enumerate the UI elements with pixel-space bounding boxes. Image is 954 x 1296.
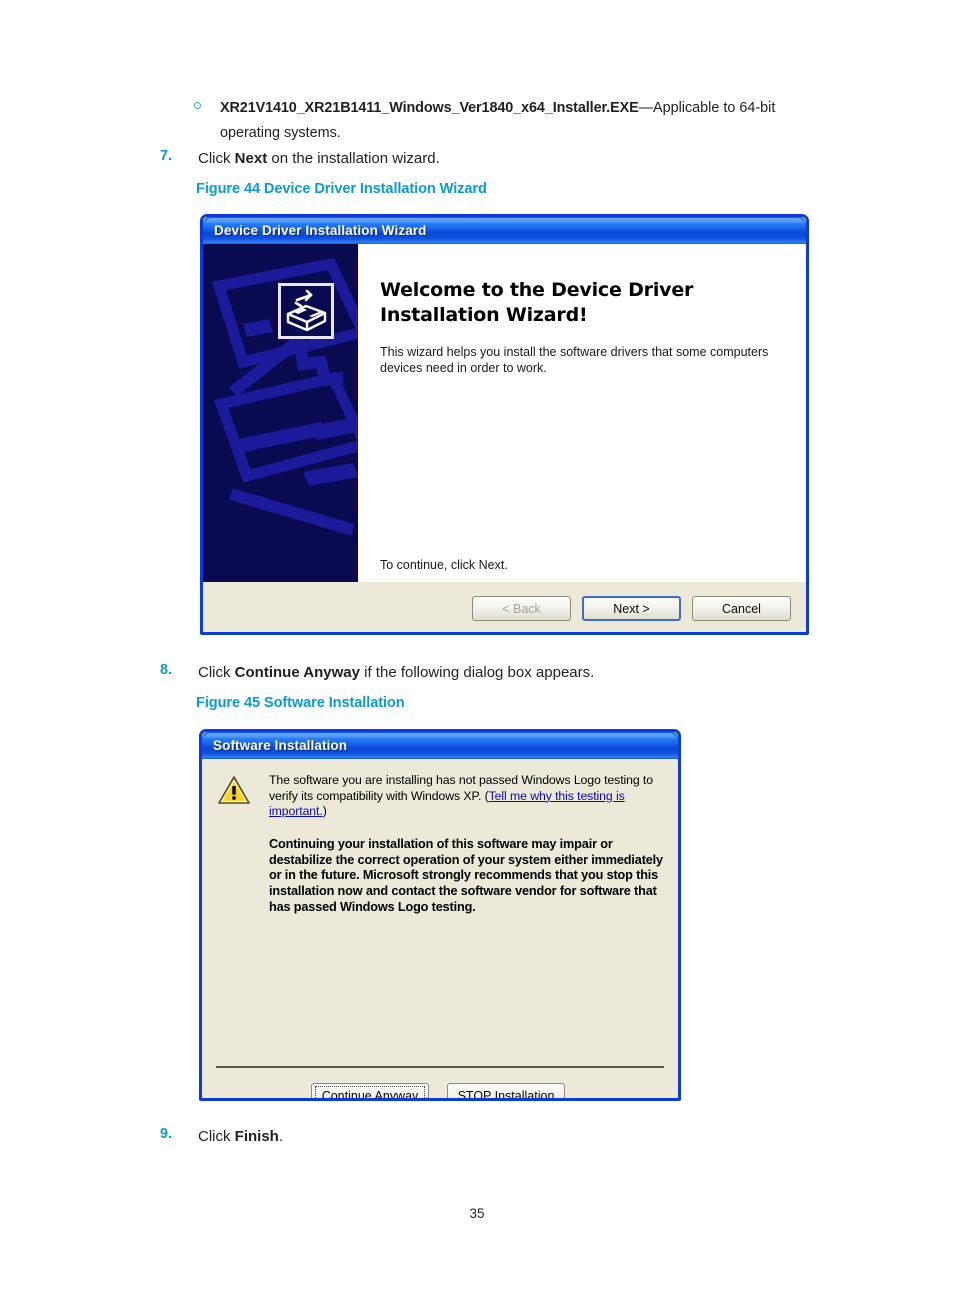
step-8: 8. Click Continue Anyway if the followin… — [160, 662, 860, 684]
circle-bullet-icon — [194, 102, 201, 109]
footer-divider — [216, 1066, 664, 1068]
step-9-bold: Finish — [234, 1128, 279, 1145]
step-9-suffix: . — [278, 1128, 284, 1145]
software-title-text: Software Installation — [213, 738, 348, 753]
wizard-title-bar[interactable]: Device Driver Installation Wizard — [203, 217, 806, 244]
step-9-number: 9. — [160, 1126, 173, 1142]
stop-installation-button[interactable]: STOP Installation — [447, 1083, 565, 1101]
step-9: 9. Click Finish. — [160, 1126, 860, 1148]
device-driver-icon — [278, 283, 334, 339]
software-footer: Continue Anyway STOP Installation — [202, 1083, 678, 1101]
wizard-heading-line1: Welcome to the Device Driver — [380, 279, 694, 301]
wizard-continue-hint: To continue, click Next. — [380, 558, 508, 572]
step-7-text: Click Next on the installation wizard. — [198, 150, 440, 167]
step-7-bold: Next — [234, 150, 268, 167]
next-button[interactable]: Next > — [582, 596, 681, 621]
wizard-description: This wizard helps you install the softwa… — [380, 345, 769, 375]
wizard-title-text: Device Driver Installation Wizard — [214, 223, 427, 238]
step-7-prefix: Click — [198, 150, 235, 167]
software-paragraph-2: Continuing your installation of this sof… — [269, 836, 663, 914]
software-para1-suffix: ) — [322, 804, 327, 819]
bullet-list-item: XR21V1410_XR21B1411_Windows_Ver1840_x64_… — [194, 96, 812, 146]
software-title-bar[interactable]: Software Installation — [202, 732, 678, 759]
step-8-bold: Continue Anyway — [234, 664, 360, 681]
software-text-column: The software you are installing has not … — [269, 773, 664, 916]
cancel-button[interactable]: Cancel — [692, 596, 791, 621]
continue-anyway-button[interactable]: Continue Anyway — [311, 1083, 429, 1101]
back-button-label: < Back — [502, 601, 541, 616]
cancel-button-label: Cancel — [722, 601, 761, 616]
step-9-prefix: Click — [198, 1128, 235, 1145]
bullet-item-text: XR21V1410_XR21B1411_Windows_Ver1840_x64_… — [220, 96, 812, 146]
wizard-heading-line2: Installation Wizard! — [380, 304, 588, 326]
software-warning-block: The software you are installing has not … — [214, 773, 664, 916]
device-driver-installation-wizard-dialog: Device Driver Installation Wizard Welcom… — [200, 214, 809, 635]
bullet-filename: XR21V1410_XR21B1411_Windows_Ver1840_x64_… — [220, 100, 639, 116]
software-installation-dialog: Software Installation The software you a… — [199, 729, 681, 1101]
wizard-footer: < Back Next > Cancel — [203, 582, 806, 632]
figure-45-caption: Figure 45 Software Installation — [196, 695, 405, 711]
stop-installation-label: STOP Installation — [457, 1089, 555, 1101]
wizard-sidebar-artwork — [203, 244, 358, 582]
next-button-label: Next > — [613, 601, 650, 616]
figure-44-caption: Figure 44 Device Driver Installation Wiz… — [196, 181, 487, 197]
continue-anyway-label: Continue Anyway — [321, 1089, 419, 1101]
software-dialog-body: The software you are installing has not … — [202, 759, 678, 1101]
step-7-suffix: on the installation wizard. — [267, 150, 440, 167]
wizard-heading: Welcome to the Device Driver Installatio… — [380, 278, 782, 328]
step-9-text: Click Finish. — [198, 1128, 283, 1145]
step-8-suffix: if the following dialog box appears. — [359, 664, 595, 681]
warning-triangle-icon — [218, 776, 250, 916]
wizard-main-panel: Welcome to the Device Driver Installatio… — [358, 244, 806, 582]
step-8-number: 8. — [160, 662, 173, 678]
step-7: 7. Click Next on the installation wizard… — [160, 148, 860, 170]
back-button[interactable]: < Back — [472, 596, 571, 621]
step-7-number: 7. — [160, 148, 173, 164]
step-8-prefix: Click — [198, 664, 235, 681]
software-paragraph-1: The software you are installing has not … — [269, 773, 664, 820]
step-8-text: Click Continue Anyway if the following d… — [198, 664, 594, 681]
wizard-body: Welcome to the Device Driver Installatio… — [203, 244, 806, 582]
page-number: 35 — [469, 1206, 485, 1221]
